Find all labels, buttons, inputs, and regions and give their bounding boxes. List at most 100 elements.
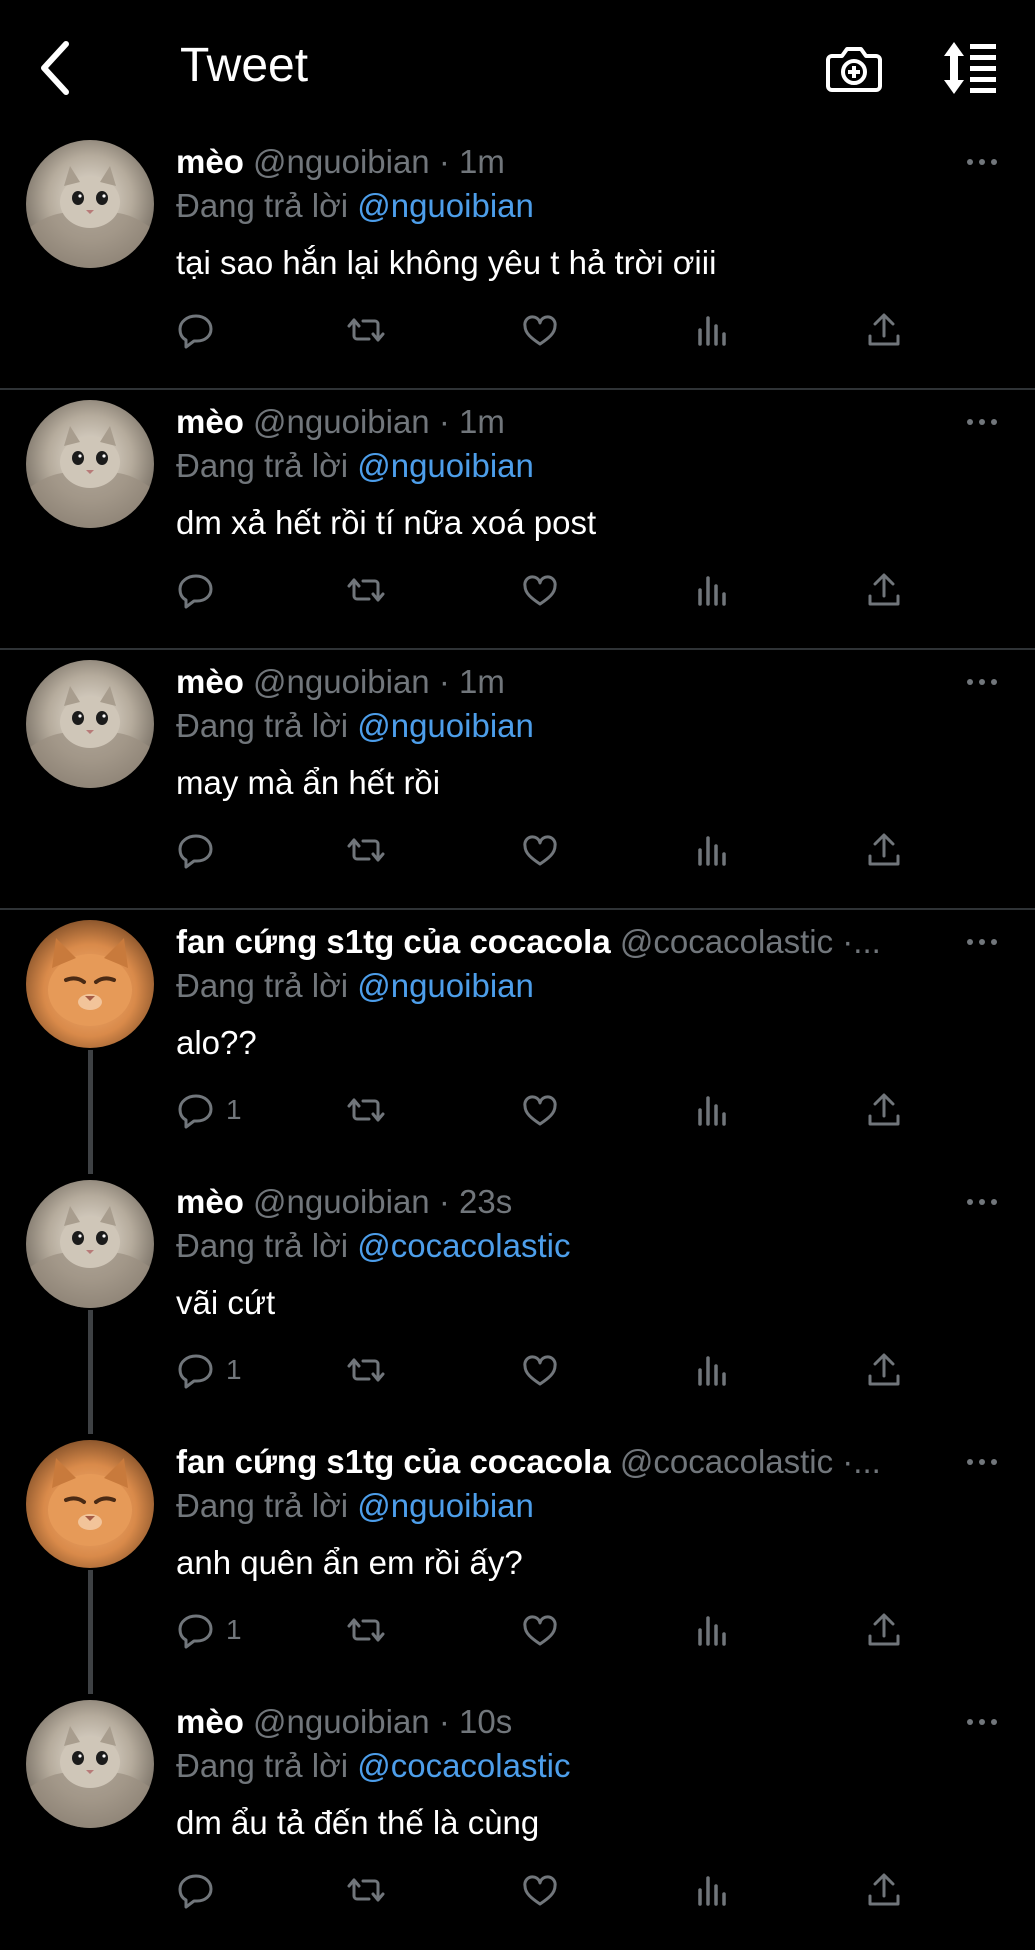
views-button[interactable] [692,1088,732,1132]
mention-link[interactable]: @nguoibian [357,707,534,744]
tweet[interactable]: mèo @nguoibian · 1m Đang trả lời @nguoib… [0,390,1035,650]
reply-icon [176,1350,216,1390]
like-button[interactable] [520,1348,560,1392]
retweet-button[interactable] [346,568,386,612]
replying-to-label: Đang trả lời [176,967,349,1004]
mention-link[interactable]: @nguoibian [357,187,534,224]
tweet[interactable]: mèo @nguoibian · 1m Đang trả lời @nguoib… [0,130,1035,390]
views-button[interactable] [692,1348,732,1392]
more-options-icon[interactable] [964,1444,1000,1480]
avatar[interactable] [26,660,154,788]
sort-replies-icon[interactable] [940,38,1000,98]
tweet[interactable]: mèo @nguoibian · 1m Đang trả lời @nguoib… [0,650,1035,910]
retweet-button[interactable] [346,308,386,352]
reply-button[interactable]: 1 [176,1088,242,1132]
avatar[interactable] [26,1180,154,1308]
mention-link[interactable]: @nguoibian [357,967,534,1004]
share-button[interactable] [864,1608,904,1652]
reply-thread: mèo @nguoibian · 1m Đang trả lời @nguoib… [0,130,1035,1950]
tweet-text: anh quên ẩn em rồi ấy? [176,1544,523,1581]
tweet[interactable]: mèo @nguoibian · 23s Đang trả lời @cocac… [0,1170,1035,1434]
avatar[interactable] [26,1440,154,1568]
reply-button[interactable] [176,1868,226,1912]
reply-button[interactable] [176,828,226,872]
avatar[interactable] [26,140,154,268]
retweet-icon [346,570,386,610]
bar-chart-icon [692,1090,732,1130]
author-name[interactable]: mèo [176,663,244,700]
replying-to: Đang trả lời @nguoibian [176,966,534,1006]
like-button[interactable] [520,568,560,612]
replying-to-label: Đang trả lời [176,1227,349,1264]
author-name[interactable]: mèo [176,403,244,440]
mention-link[interactable]: @nguoibian [357,447,534,484]
more-options-icon[interactable] [964,1184,1000,1220]
retweet-button[interactable] [346,828,386,872]
mention-link[interactable]: @cocacolastic [357,1747,570,1784]
avatar[interactable] [26,400,154,528]
author-name[interactable]: fan cứng s1tg của cocacola [176,1443,611,1480]
like-button[interactable] [520,828,560,872]
share-button[interactable] [864,568,904,612]
author-name[interactable]: mèo [176,1183,244,1220]
more-options-icon[interactable] [964,144,1000,180]
reply-icon [176,1870,216,1910]
tweet-text: vãi cứt [176,1284,276,1321]
views-button[interactable] [692,1608,732,1652]
reply-button[interactable] [176,568,226,612]
share-button[interactable] [864,1088,904,1132]
camera-add-icon[interactable] [824,38,884,98]
replying-to-label: Đang trả lời [176,1747,349,1784]
bar-chart-icon [692,570,732,610]
action-bar: 1 [176,1348,916,1392]
share-button[interactable] [864,308,904,352]
retweet-button[interactable] [346,1348,386,1392]
retweet-button[interactable] [346,1868,386,1912]
share-icon [864,1610,904,1650]
more-options-icon[interactable] [964,404,1000,440]
share-icon [864,1350,904,1390]
more-options-icon[interactable] [964,924,1000,960]
heart-icon [520,310,560,350]
views-button[interactable] [692,308,732,352]
share-icon [864,1090,904,1130]
tweet[interactable]: fan cứng s1tg của cocacola @cocacolastic… [0,1430,1035,1694]
share-button[interactable] [864,828,904,872]
like-button[interactable] [520,1608,560,1652]
retweet-button[interactable] [346,1088,386,1132]
views-button[interactable] [692,828,732,872]
tweet-text: alo?? [176,1024,257,1061]
back-arrow-icon[interactable] [36,38,76,98]
share-button[interactable] [864,1868,904,1912]
share-button[interactable] [864,1348,904,1392]
retweet-button[interactable] [346,1608,386,1652]
avatar[interactable] [26,1700,154,1828]
author-name[interactable]: fan cứng s1tg của cocacola [176,923,611,960]
reply-button[interactable]: 1 [176,1348,242,1392]
avatar[interactable] [26,920,154,1048]
action-bar: 1 [176,1088,916,1132]
reply-button[interactable] [176,308,226,352]
views-button[interactable] [692,568,732,612]
heart-icon [520,1870,560,1910]
tweet[interactable]: mèo @nguoibian · 10s Đang trả lời @cocac… [0,1690,1035,1950]
author-name[interactable]: mèo [176,143,244,180]
reply-count: 1 [226,1094,242,1125]
like-button[interactable] [520,1868,560,1912]
like-button[interactable] [520,1088,560,1132]
heart-icon [520,1090,560,1130]
tweet[interactable]: fan cứng s1tg của cocacola @cocacolastic… [0,910,1035,1174]
reply-icon [176,1090,216,1130]
author-name[interactable]: mèo [176,1703,244,1740]
like-button[interactable] [520,308,560,352]
more-options-icon[interactable] [964,1704,1000,1740]
mention-link[interactable]: @cocacolastic [357,1227,570,1264]
more-options-icon[interactable] [964,664,1000,700]
thread-line [88,1570,93,1694]
views-button[interactable] [692,1868,732,1912]
share-icon [864,310,904,350]
heart-icon [520,830,560,870]
mention-link[interactable]: @nguoibian [357,1487,534,1524]
replying-to-label: Đang trả lời [176,707,349,744]
reply-button[interactable]: 1 [176,1608,242,1652]
